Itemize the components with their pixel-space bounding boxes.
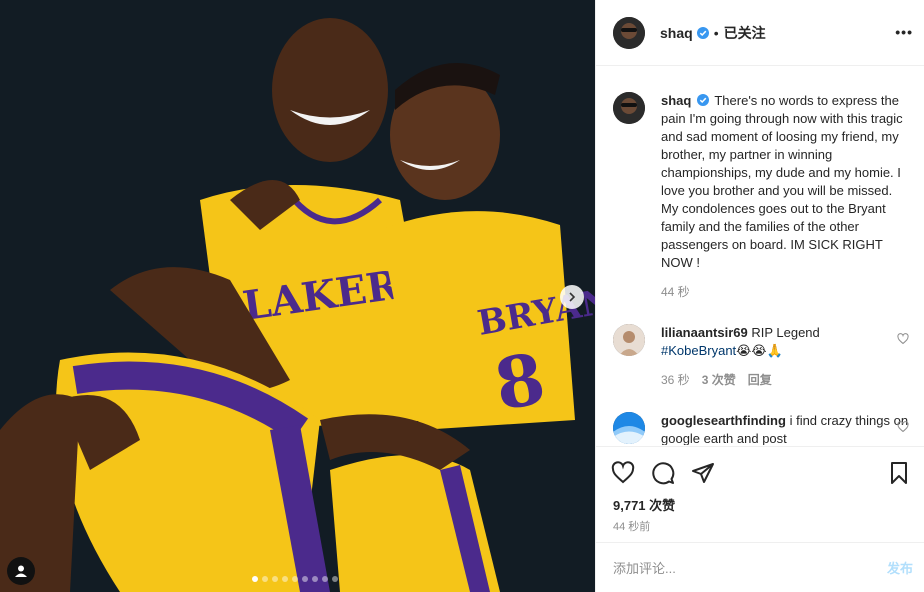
more-options-button[interactable]: ••• (895, 24, 913, 40)
carousel-dot (262, 576, 268, 582)
comment-input[interactable]: 添加评论... (596, 558, 887, 577)
follow-button[interactable]: 已关注 (724, 23, 766, 43)
carousel-dot (252, 576, 258, 582)
post-side-panel: shaq • 已关注 ••• shaq There's no words to … (595, 0, 924, 592)
caption-meta: 44 秒 (661, 283, 913, 300)
likes-count[interactable]: 9,771 次赞 (613, 495, 675, 514)
tagged-users-button[interactable] (7, 557, 35, 585)
separator-dot: • (713, 24, 719, 41)
comment-text: RIP Legend (751, 325, 820, 340)
post-comment-button[interactable]: 发布 (887, 558, 924, 577)
add-comment-bar: 添加评论... 发布 (596, 542, 924, 592)
comment-hashtag[interactable]: #KobeBryant (661, 343, 736, 358)
carousel-dot (302, 576, 308, 582)
comment-username[interactable]: lilianaantsir69 (661, 325, 748, 340)
avatar-image (613, 412, 645, 444)
chevron-right-icon (569, 292, 576, 302)
verified-badge-icon (696, 26, 709, 39)
avatar[interactable] (613, 324, 645, 356)
comment-item: googlesearthfinding i find crazy things … (613, 412, 913, 445)
caption-body: shaq There's no words to express the pai… (661, 92, 913, 272)
avatar[interactable] (613, 412, 645, 444)
caption-text: There's no words to express the pain I'm… (661, 93, 903, 270)
avatar-image (613, 92, 645, 124)
comment-button[interactable] (651, 461, 675, 485)
comment-item: lilianaantsir69 RIP Legend #KobeBryant😭😭… (613, 324, 913, 388)
bookmark-icon (891, 462, 907, 484)
reply-button[interactable]: 回复 (748, 371, 772, 388)
comment-body: lilianaantsir69 RIP Legend #KobeBryant😭😭… (661, 324, 913, 360)
carousel-indicator (252, 576, 338, 582)
caption-username[interactable]: shaq (661, 93, 691, 108)
caption-item: shaq There's no words to express the pai… (613, 92, 913, 300)
carousel-dot (332, 576, 338, 582)
like-comment-icon[interactable] (897, 421, 909, 433)
post-header: shaq • 已关注 ••• (596, 0, 924, 66)
carousel-dot (312, 576, 318, 582)
next-photo-button[interactable] (560, 285, 584, 309)
avatar-image (613, 16, 645, 49)
carousel-dot (322, 576, 328, 582)
post-username[interactable]: shaq (660, 25, 693, 41)
post-photo: LAKERS BRYANT 8 (0, 0, 595, 592)
carousel-dot (272, 576, 278, 582)
comments-list[interactable]: shaq There's no words to express the pai… (596, 67, 924, 445)
action-bar: 9,771 次赞 44 秒前 (596, 446, 924, 542)
user-icon (15, 565, 27, 577)
comment-icon (652, 462, 675, 485)
comment-meta: 36 秒 3 次赞 回复 (661, 371, 913, 388)
comment-body: googlesearthfinding i find crazy things … (661, 412, 913, 445)
paper-plane-icon (692, 463, 714, 483)
post-time: 44 秒前 (613, 521, 651, 533)
caption-time: 44 秒 (661, 285, 690, 299)
post-media[interactable]: LAKERS BRYANT 8 (0, 0, 595, 592)
avatar-image (613, 324, 645, 356)
avatar[interactable] (613, 16, 645, 49)
like-comment-icon[interactable] (897, 333, 909, 345)
like-button[interactable] (611, 461, 635, 485)
comment-emoji: 😭😭🙏 (736, 343, 783, 358)
carousel-dot (292, 576, 298, 582)
heart-icon (611, 461, 635, 484)
share-button[interactable] (691, 461, 715, 485)
avatar[interactable] (613, 92, 645, 124)
comment-username[interactable]: googlesearthfinding (661, 413, 786, 428)
comment-time: 36 秒 (661, 373, 690, 387)
save-button[interactable] (887, 461, 911, 485)
player-head (272, 18, 388, 162)
verified-badge-icon (696, 94, 709, 106)
carousel-dot (282, 576, 288, 582)
comment-likes[interactable]: 3 次赞 (702, 371, 736, 388)
